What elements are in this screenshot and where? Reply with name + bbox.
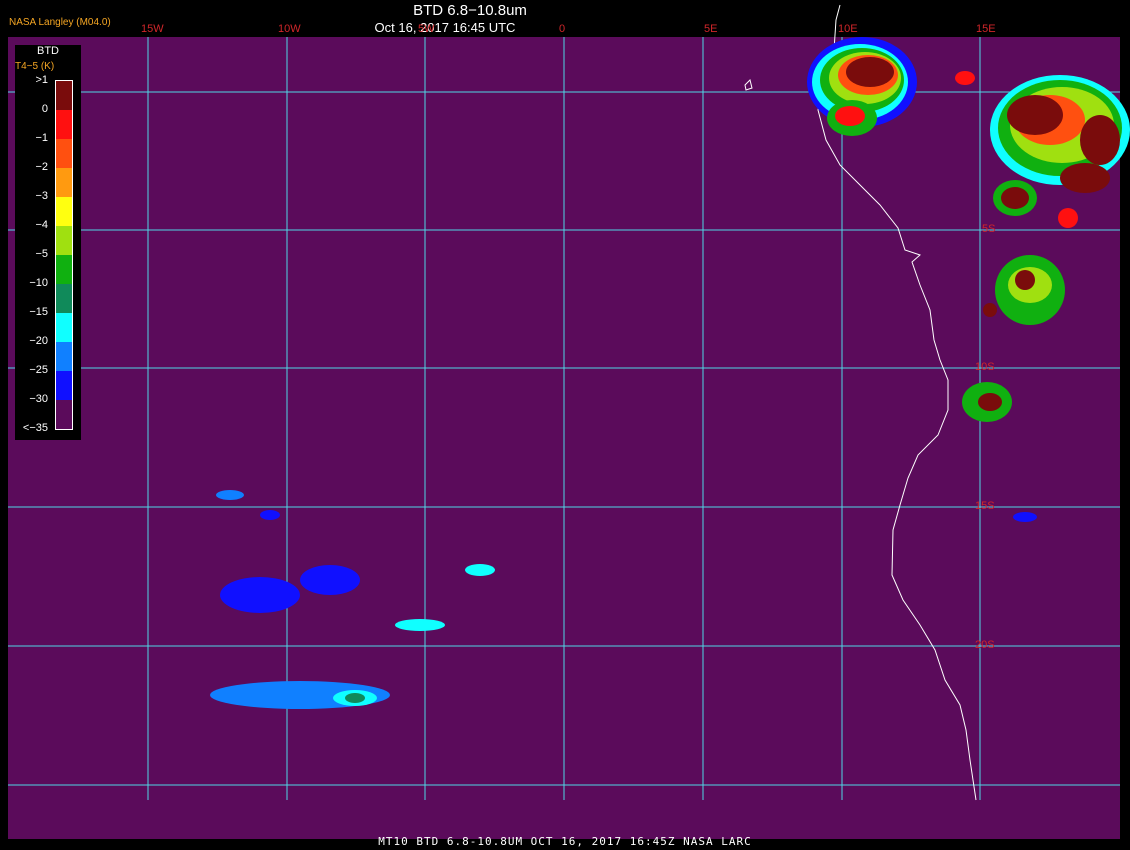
legend-swatch [56, 81, 72, 110]
legend-level-label: −25 [29, 364, 48, 376]
lon-label-5e: 5E [704, 23, 718, 35]
lat-label-15s: 15S [975, 500, 995, 512]
legend-swatch [56, 139, 72, 168]
lat-label-20s: 20S [975, 639, 995, 651]
legend-colorbar [55, 80, 73, 430]
legend-level-label: >1 [35, 74, 48, 86]
legend-level-label: −20 [29, 335, 48, 347]
legend-swatch [56, 284, 72, 313]
legend-level-label: −10 [29, 277, 48, 289]
legend-unit: T4−5 (K) [15, 61, 55, 72]
legend-level-label: −3 [35, 190, 48, 202]
legend-swatch [56, 371, 72, 400]
legend-title: BTD [37, 45, 59, 57]
image-title: BTD 6.8−10.8um [413, 2, 527, 19]
legend-swatch [56, 226, 72, 255]
lat-label-5s: 5S [982, 223, 996, 235]
lon-label-15w: 15W [141, 23, 164, 35]
legend-swatch [56, 255, 72, 284]
lat-label-10s: 10S [975, 361, 995, 373]
legend-swatch [56, 313, 72, 342]
lon-label-0: 0 [559, 23, 566, 35]
legend-level-label: −4 [35, 219, 48, 231]
legend-swatch [56, 197, 72, 226]
legend-level-label: −30 [29, 393, 48, 405]
lon-label-10e: 10E [838, 23, 858, 35]
legend-swatch [56, 342, 72, 371]
legend-level-label: −2 [35, 161, 48, 173]
legend-swatch [56, 168, 72, 197]
lon-label-15e: 15E [976, 23, 996, 35]
legend-level-label: −5 [35, 248, 48, 260]
legend-level-label: −1 [35, 132, 48, 144]
legend-level-label: 0 [41, 103, 48, 115]
image-footer: MT10 BTD 6.8-10.8UM OCT 16, 2017 16:45Z … [378, 835, 752, 848]
btd-map [8, 4, 1130, 839]
satellite-image-frame: NASA Langley (M04.0) BTD 6.8−10.8um Oct … [0, 0, 1130, 850]
legend-swatch [56, 400, 72, 429]
legend-swatch [56, 110, 72, 139]
color-legend: BTD T4−5 (K) >1 0 −1 −2 −3 −4 −5 −10 −15 −20 −25 −3… [15, 45, 81, 440]
image-timestamp: Oct 16, 2017 16:45 UTC [374, 20, 516, 35]
lon-label-5w: 5W [418, 23, 435, 35]
legend-level-label: <−35 [22, 422, 48, 434]
lon-label-10w: 10W [278, 23, 301, 35]
legend-level-label: −15 [29, 306, 48, 318]
